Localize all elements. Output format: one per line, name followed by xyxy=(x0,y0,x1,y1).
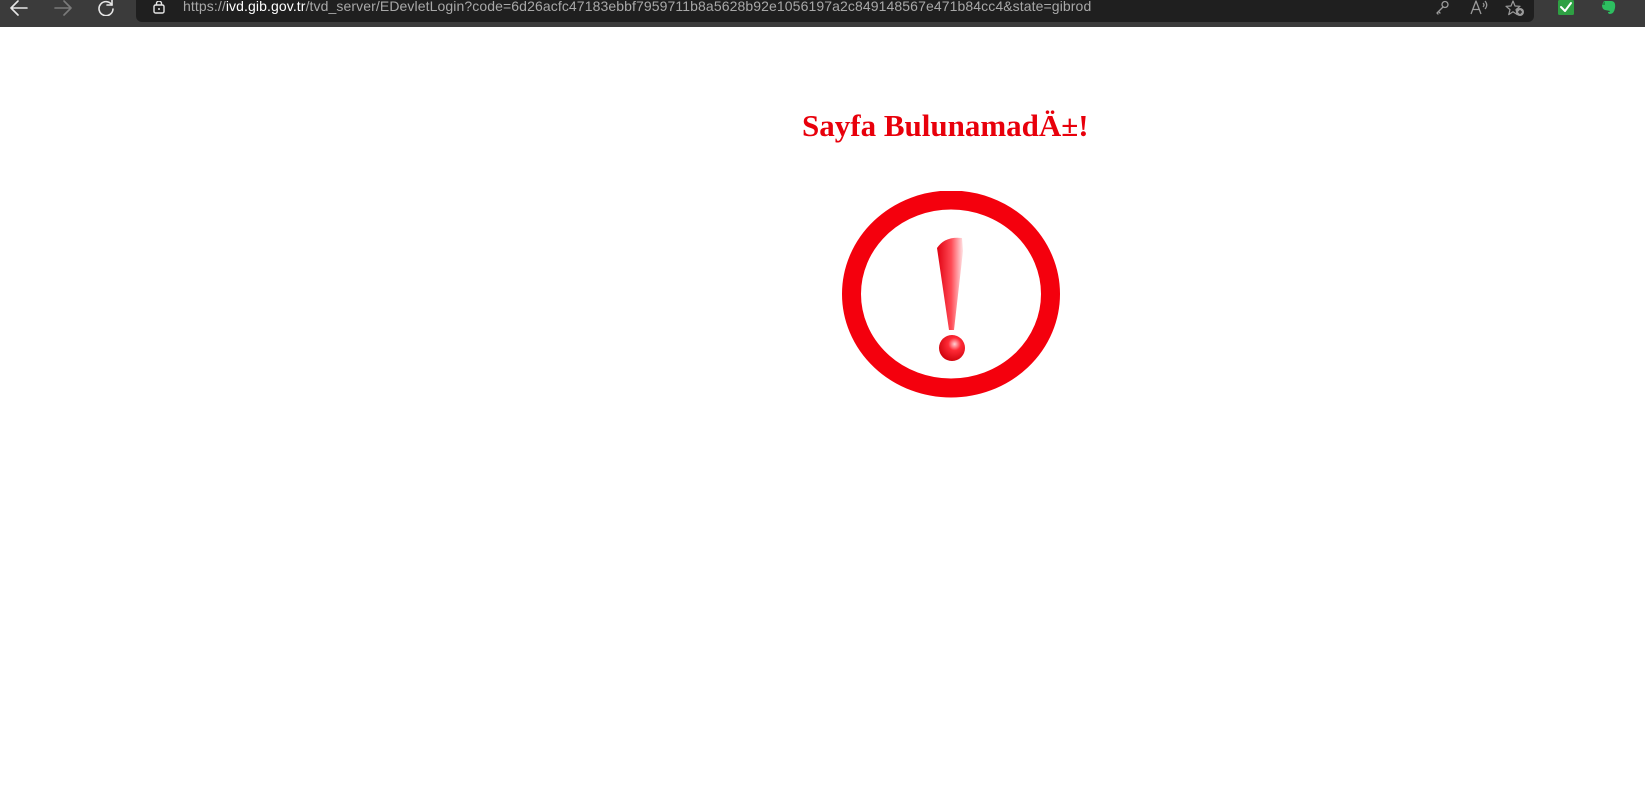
page-title: Sayfa BulunamadÄ±! xyxy=(802,108,1089,143)
refresh-icon xyxy=(97,0,115,16)
browser-toolbar: https://ivd.gib.gov.tr/tvd_server/EDevle… xyxy=(0,0,1645,27)
add-favorite-icon[interactable] xyxy=(1504,0,1526,16)
read-aloud-icon[interactable] xyxy=(1468,0,1490,16)
lock-icon[interactable] xyxy=(152,0,166,14)
page-content: Sayfa BulunamadÄ±! xyxy=(0,27,1645,789)
extensions-area xyxy=(1538,0,1645,27)
back-button[interactable] xyxy=(5,0,33,16)
url-path: /tvd_server/EDevletLogin?code=6d26acfc47… xyxy=(305,0,1092,14)
url-scheme: https:// xyxy=(183,0,226,14)
key-icon[interactable] xyxy=(1431,0,1453,16)
forward-button[interactable] xyxy=(49,0,77,16)
evernote-elephant-icon[interactable] xyxy=(1598,0,1620,16)
refresh-button[interactable] xyxy=(92,0,120,16)
green-check-extension-icon[interactable] xyxy=(1555,0,1577,16)
url-host: ivd.gib.gov.tr xyxy=(225,0,306,14)
url-text[interactable]: https://ivd.gib.gov.tr/tvd_server/EDevle… xyxy=(183,0,1091,14)
address-bar[interactable]: https://ivd.gib.gov.tr/tvd_server/EDevle… xyxy=(136,0,1534,22)
back-arrow-icon xyxy=(9,0,29,16)
forward-arrow-icon xyxy=(53,0,73,16)
exclamation-warning-icon xyxy=(842,190,1062,401)
